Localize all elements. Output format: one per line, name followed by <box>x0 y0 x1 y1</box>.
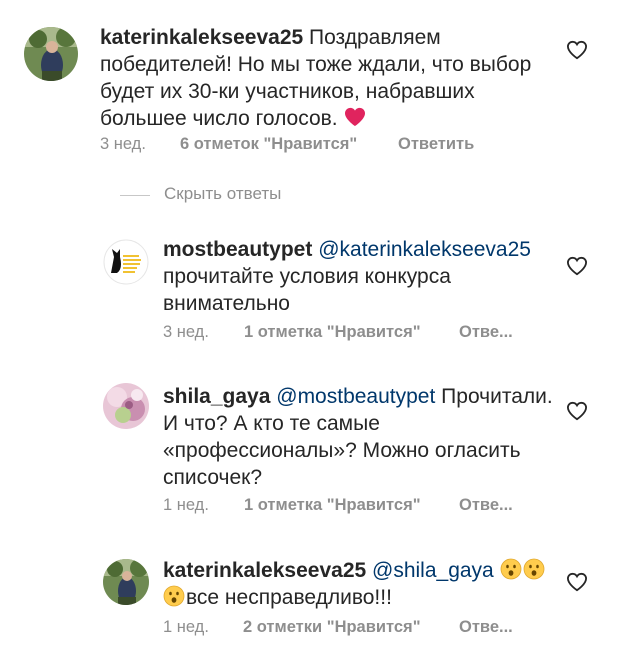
red-heart-emoji <box>344 107 366 127</box>
reply-button[interactable]: Отве... <box>459 618 513 637</box>
avatar[interactable] <box>24 27 78 81</box>
hide-replies-label: Скрыть ответы <box>164 184 282 203</box>
comment-time[interactable]: 1 нед. <box>163 496 209 515</box>
reply-2: shila_gaya @mostbeautypet Прочитали. И ч… <box>0 370 620 520</box>
comment-likes[interactable]: 1 отметка "Нравится" <box>244 496 421 515</box>
comment-mention[interactable]: @shila_gaya <box>372 559 494 582</box>
comment-meta: 1 нед. 1 отметка "Нравится" Отве... <box>163 496 543 518</box>
comment-1: katerinkalekseeva25 Поздравляем победите… <box>0 0 620 170</box>
reply-button[interactable]: Отве... <box>459 323 513 342</box>
reply-button[interactable]: Отве... <box>459 496 513 515</box>
comment-username[interactable]: katerinkalekseeva25 <box>100 26 303 49</box>
comment-text: mostbeautypet @katerinkalekseeva25 прочи… <box>163 236 558 317</box>
heart-outline-icon[interactable] <box>566 40 588 60</box>
comment-meta: 1 нед. 2 отметки "Нравится" Отве... <box>163 618 543 640</box>
comment-likes[interactable]: 1 отметка "Нравится" <box>244 323 421 342</box>
reply-1: mostbeautypet @katerinkalekseeva25 прочи… <box>0 225 620 355</box>
comment-body: все несправедливо!!! <box>186 586 392 609</box>
comment-username[interactable]: mostbeautypet <box>163 238 312 261</box>
reply-button[interactable]: Ответить <box>398 135 474 154</box>
divider-line <box>120 195 150 196</box>
comment-meta: 3 нед. 6 отметок "Нравится" Ответить <box>100 135 500 157</box>
comment-meta: 3 нед. 1 отметка "Нравится" Отве... <box>163 323 543 345</box>
comment-time[interactable]: 3 нед. <box>163 323 209 342</box>
hushed-face-emoji <box>163 585 185 607</box>
comments-thread: katerinkalekseeva25 Поздравляем победите… <box>0 0 620 647</box>
comment-time[interactable]: 1 нед. <box>163 618 209 637</box>
hushed-face-emoji <box>500 558 522 580</box>
comment-text: katerinkalekseeva25 @shila_gaya все несп… <box>163 557 558 611</box>
comment-text: shila_gaya @mostbeautypet Прочитали. И ч… <box>163 383 558 491</box>
avatar[interactable] <box>103 383 149 429</box>
comment-mention[interactable]: @mostbeautypet <box>276 385 435 408</box>
comment-body: прочитайте условия конкурса внимательно <box>163 265 451 315</box>
comment-likes[interactable]: 6 отметок "Нравится" <box>180 135 357 154</box>
comment-time[interactable]: 3 нед. <box>100 135 146 154</box>
avatar[interactable] <box>103 239 149 285</box>
hushed-face-emoji <box>523 558 545 580</box>
comment-text: katerinkalekseeva25 Поздравляем победите… <box>100 24 560 132</box>
comment-username[interactable]: shila_gaya <box>163 385 270 408</box>
heart-outline-icon[interactable] <box>566 572 588 592</box>
comment-likes[interactable]: 2 отметки "Нравится" <box>243 618 421 637</box>
heart-outline-icon[interactable] <box>566 401 588 421</box>
comment-mention[interactable]: @katerinkalekseeva25 <box>318 238 531 261</box>
comment-username[interactable]: katerinkalekseeva25 <box>163 559 366 582</box>
reply-3: katerinkalekseeva25 @shila_gaya все несп… <box>0 545 620 647</box>
avatar[interactable] <box>103 559 149 605</box>
heart-outline-icon[interactable] <box>566 256 588 276</box>
